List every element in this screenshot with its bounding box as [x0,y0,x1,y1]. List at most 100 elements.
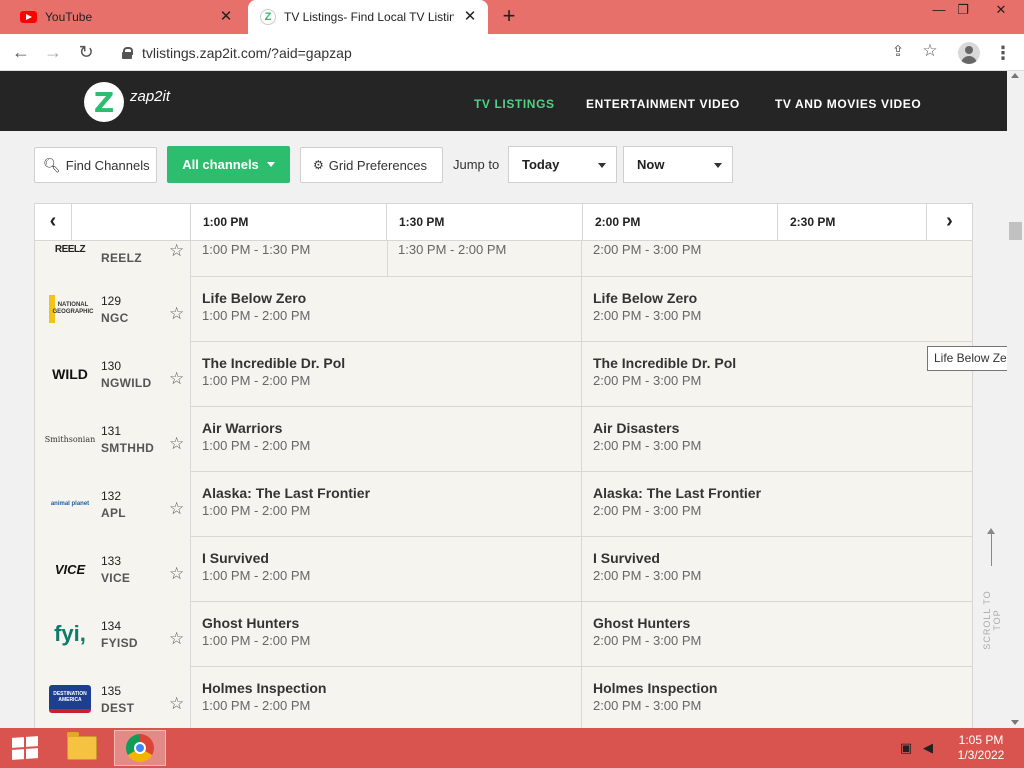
program-cell[interactable]: Air Warriors 1:00 PM - 2:00 PM [191,407,582,472]
table-row: NATIONAL GEOGRAPHIC 129 NGC ☆ Life Below… [35,277,972,342]
close-icon[interactable]: ✕ [218,9,234,25]
chevron-right-icon[interactable]: › [926,204,972,240]
favorite-star-icon[interactable]: ☆ [169,242,184,259]
program-time: 2:00 PM - 3:00 PM [593,503,702,518]
time-slot: 1:00 PM [190,204,387,240]
program-time: 1:00 PM - 2:00 PM [202,438,311,453]
system-clock[interactable]: 1:05 PM 1/3/2022 [944,733,1018,763]
all-channels-dropdown[interactable]: All channels [167,146,290,183]
channel-cell[interactable]: VICE 133 VICE ☆ [35,537,191,602]
program-cell[interactable]: I Survived 1:00 PM - 2:00 PM [191,537,582,602]
url-text: tvlistings.zap2it.com/?aid=gapzap [142,44,352,61]
reload-icon[interactable]: ↻ [73,40,99,66]
url-field[interactable]: tvlistings.zap2it.com/?aid=gapzap [108,38,948,67]
channel-cell[interactable]: REELZ REELZ ☆ [35,241,191,277]
address-bar: ← → ↻ tvlistings.zap2it.com/?aid=gapzap … [0,34,1024,71]
day-select[interactable]: Today [508,146,617,183]
program-cell[interactable]: Ghost Hunters 2:00 PM - 3:00 PM [582,602,972,667]
bookmark-star-icon[interactable]: ☆ [920,41,940,61]
channel-callsign: SMTHHD [101,441,155,455]
favorite-star-icon[interactable]: ☆ [169,565,184,582]
zap2it-logo-icon[interactable]: Z [84,82,124,122]
network-icon[interactable]: ▣ [898,740,914,756]
table-row: WILD 130 NGWILD ☆ The Incredible Dr. Pol… [35,342,972,407]
taskbar-chrome[interactable] [114,730,166,766]
nav-tv-and-movies-video[interactable]: TV AND MOVIES VIDEO [775,97,921,111]
program-cell[interactable]: Holmes Inspection 2:00 PM - 3:00 PM [582,667,972,729]
favorite-star-icon[interactable]: ☆ [169,435,184,452]
program-cell[interactable]: Alaska: The Last Frontier 1:00 PM - 2:00… [191,472,582,537]
browser-tab-strip: YouTube ✕ Z TV Listings- Find Local TV L… [0,0,1024,34]
program-cell[interactable]: 1:00 PM - 1:30 PM [191,241,388,277]
program-cell[interactable]: 1:30 PM - 2:00 PM [387,241,582,277]
program-cell[interactable]: I Survived 2:00 PM - 3:00 PM [582,537,972,602]
channel-cell[interactable]: NATIONAL GEOGRAPHIC 129 NGC ☆ [35,277,191,342]
time-select[interactable]: Now [623,146,733,183]
program-cell[interactable]: The Incredible Dr. Pol 1:00 PM - 2:00 PM [191,342,582,407]
channel-logo: VICE [54,561,86,577]
program-cell[interactable]: Ghost Hunters 1:00 PM - 2:00 PM [191,602,582,667]
channel-logo: DESTINATION AMERICA [49,685,91,713]
favorite-star-icon[interactable]: ☆ [169,305,184,322]
program-cell[interactable]: The Incredible Dr. Pol 2:00 PM - 3:00 PM [582,342,972,407]
channel-cell[interactable]: DESTINATION AMERICA 135 DEST ☆ [35,667,191,729]
program-cell[interactable]: Air Disasters 2:00 PM - 3:00 PM [582,407,972,472]
forward-icon[interactable]: → [40,40,66,66]
program-time: 1:00 PM - 2:00 PM [202,503,311,518]
nav-entertainment-video[interactable]: ENTERTAINMENT VIDEO [586,97,740,111]
channel-cell[interactable]: WILD 130 NGWILD ☆ [35,342,191,407]
grid-preferences-button[interactable]: ⚙ Grid Preferences [300,147,443,183]
grid-preferences-label: Grid Preferences [328,157,428,173]
scrollbar-thumb[interactable] [1009,222,1022,240]
find-channels-label: Find Channels [65,157,150,173]
find-channels-button[interactable]: 🔍︎ Find Channels [34,147,157,183]
channel-logo: NATIONAL GEOGRAPHIC [49,295,94,323]
favorite-star-icon[interactable]: ☆ [169,630,184,647]
program-cell[interactable]: Life Below Zero 1:00 PM - 2:00 PM [191,277,582,342]
program-time: 2:00 PM - 3:00 PM [593,308,702,323]
channel-callsign: FYISD [101,636,138,650]
logo-text[interactable]: zap2it [130,88,170,105]
favorite-star-icon[interactable]: ☆ [169,370,184,387]
profile-avatar-icon[interactable] [958,42,980,64]
nav-tv-listings[interactable]: TV LISTINGS [474,97,555,111]
tab-youtube[interactable]: YouTube ✕ [8,0,244,34]
listings-grid: REELZ REELZ ☆ 1:00 PM - 1:30 PM 1:30 PM … [34,241,973,729]
favorite-star-icon[interactable]: ☆ [169,695,184,712]
chevron-left-icon[interactable]: ‹ [35,204,71,240]
program-title: I Survived [202,550,269,566]
scroll-up-icon[interactable] [1011,73,1019,78]
start-button[interactable] [0,728,50,768]
browser-menu-icon[interactable]: ⋮ [994,42,1012,64]
channel-callsign: APL [101,506,126,520]
program-cell[interactable]: Life Below Zero 2:00 PM - 3:00 PM [582,277,972,342]
tab-tv-listings[interactable]: Z TV Listings- Find Local TV Listings ✕ [248,0,488,34]
close-icon[interactable]: ✕ [462,9,478,25]
program-time: 2:00 PM - 3:00 PM [593,438,702,453]
youtube-icon [20,11,37,23]
chrome-icon [126,734,154,762]
speaker-muted-icon[interactable]: ◀ [920,740,936,756]
restore-icon[interactable]: ❐ [946,0,980,22]
program-cell[interactable]: Holmes Inspection 1:00 PM - 2:00 PM [191,667,582,729]
channel-cell[interactable]: fyi, 134 FYISD ☆ [35,602,191,667]
new-tab-icon[interactable]: + [498,5,520,28]
program-cell[interactable]: 2:00 PM - 3:00 PM [582,241,972,277]
window-close-icon[interactable]: ✕ [984,0,1018,22]
table-row: DESTINATION AMERICA 135 DEST ☆ Holmes In… [35,667,972,729]
program-cell[interactable]: Alaska: The Last Frontier 2:00 PM - 3:00… [582,472,972,537]
channel-number: 132 [101,489,122,503]
channel-callsign: NGC [101,311,129,325]
page-scrollbar[interactable] [1007,71,1024,728]
scroll-down-icon[interactable] [1011,720,1019,725]
windows-taskbar: ▣ ◀ 1:05 PM 1/3/2022 [0,728,1024,768]
share-icon[interactable]: ⇪ [888,42,908,62]
scroll-to-top-button[interactable]: SCROLL TO TOP [982,528,1002,668]
channel-cell[interactable]: Smithsonian 131 SMTHHD ☆ [35,407,191,472]
taskbar-file-explorer[interactable] [56,730,108,766]
program-title: Alaska: The Last Frontier [593,485,762,501]
program-time: 1:00 PM - 2:00 PM [202,633,311,648]
channel-cell[interactable]: animal planet 132 APL ☆ [35,472,191,537]
back-icon[interactable]: ← [8,40,34,66]
favorite-star-icon[interactable]: ☆ [169,500,184,517]
